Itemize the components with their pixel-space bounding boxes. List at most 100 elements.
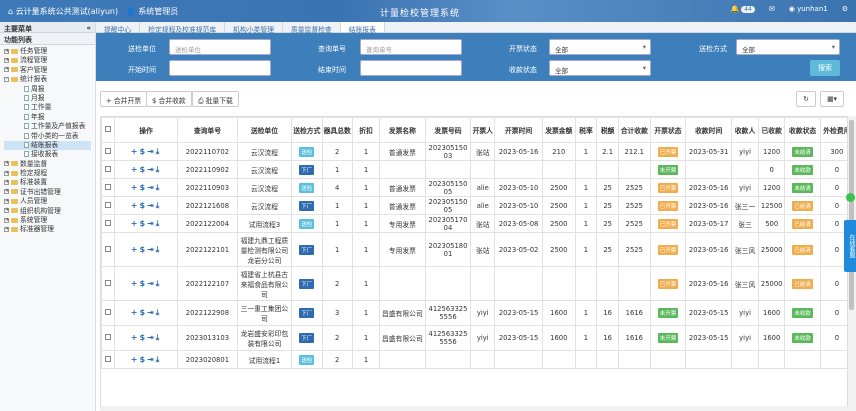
column-header[interactable]: 收款状态 <box>784 117 822 143</box>
download-icon[interactable]: ⤓ <box>156 308 162 317</box>
login-icon[interactable]: ⇥ <box>147 308 156 317</box>
login-icon[interactable]: ⇥ <box>147 201 156 210</box>
row-checkbox[interactable] <box>105 183 112 190</box>
expand-icon[interactable]: + <box>4 170 9 176</box>
download-icon[interactable]: ⤓ <box>156 355 162 364</box>
download-icon[interactable]: ⤓ <box>156 219 162 228</box>
column-header[interactable]: 税额 <box>596 117 620 143</box>
expand-icon[interactable]: + <box>4 48 9 54</box>
download-icon[interactable]: ⤓ <box>156 183 162 192</box>
sidebar-item[interactable]: + 组织机构管理 <box>4 207 91 216</box>
horizontal-scrollbar[interactable] <box>100 406 848 411</box>
table-row[interactable]: +$⇥⤓ 2022121608 云汉流程 下厂 1 1 普通发票 20230515005 ali… <box>101 196 847 215</box>
row-checkbox[interactable] <box>105 245 112 252</box>
row-checkbox[interactable] <box>105 279 112 286</box>
row-checkbox[interactable] <box>105 201 112 208</box>
user-menu[interactable]: ◉ yunhan1 <box>789 5 828 13</box>
dollar-icon[interactable]: $ <box>139 245 147 254</box>
download-icon[interactable]: ⤓ <box>156 147 162 156</box>
batch-download-button[interactable]: ⎙ 批量下载 <box>192 91 239 107</box>
tab[interactable]: 结账报表 <box>340 22 385 34</box>
table-row[interactable]: +$⇥⤓ 2023020801 试用流程1 送检 2 1 <box>101 350 847 369</box>
invoice-status-select[interactable]: 全部 <box>549 39 651 55</box>
column-header[interactable]: 发票号码 <box>424 117 472 143</box>
sidebar-item[interactable]: + 数量监督 <box>4 160 91 169</box>
column-header[interactable]: 税率 <box>574 117 598 143</box>
sidebar-item[interactable]: 周报 <box>4 85 91 94</box>
sidebar-item[interactable]: + 任务管理 <box>4 47 91 56</box>
tab[interactable]: 提醒中心 <box>96 22 141 34</box>
table-row[interactable]: +$⇥⤓ 2022122004 试用流程3 送检 1 1 专用发票 20230517004 张站… <box>101 214 847 233</box>
table-row[interactable]: +$⇥⤓ 2022122107 福建省上杭县古来福食品有限公司 下厂 2 1 已开票 2023… <box>101 266 847 301</box>
table-row[interactable]: +$⇥⤓ 2022110702 云汉流程 送检 2 1 普通发票 20230515003 张站 2… <box>101 142 847 161</box>
sidebar-item[interactable]: 工作量 <box>4 103 91 112</box>
login-icon[interactable]: ⇥ <box>147 165 156 174</box>
dollar-icon[interactable]: $ <box>139 308 147 317</box>
sidebar-item[interactable]: + 客户管理 <box>4 66 91 75</box>
row-checkbox[interactable] <box>105 355 112 362</box>
expand-icon[interactable]: + <box>4 57 9 63</box>
sidebar-item[interactable]: 月报 <box>4 94 91 103</box>
table-row[interactable]: +$⇥⤓ 2023013103 龙岩盛安彩印包装有限公司 下厂 2 1 昌盛有限公司 4125… <box>101 325 847 351</box>
start-time-input[interactable] <box>169 60 271 76</box>
sidebar-item[interactable]: 接收报表 <box>4 150 91 159</box>
row-checkbox[interactable] <box>105 147 112 154</box>
dollar-icon[interactable]: $ <box>139 355 147 364</box>
row-checkbox[interactable] <box>105 309 112 315</box>
expand-icon[interactable]: + <box>4 217 9 223</box>
dollar-icon[interactable]: $ <box>139 333 147 342</box>
login-icon[interactable]: ⇥ <box>147 333 156 342</box>
dollar-icon[interactable]: $ <box>139 219 147 228</box>
collapse-icon[interactable]: « <box>86 24 91 32</box>
column-header[interactable]: 开票时间 <box>494 117 543 143</box>
settings-icon[interactable]: ⚙ <box>842 5 848 13</box>
login-icon[interactable]: ⇥ <box>147 147 156 156</box>
notification-button[interactable]: 🔔 44 <box>731 5 755 13</box>
column-header[interactable]: 开票状态 <box>649 117 687 143</box>
send-method-select[interactable]: 全部 <box>736 39 840 55</box>
status-dot-icon[interactable] <box>846 193 855 202</box>
expand-icon[interactable]: + <box>4 198 9 204</box>
expand-icon[interactable]: + <box>4 179 9 185</box>
row-checkbox[interactable] <box>105 165 112 172</box>
column-header[interactable]: 送检单位 <box>236 117 293 143</box>
end-time-input[interactable] <box>360 60 462 76</box>
column-header[interactable]: 折扣 <box>351 117 381 143</box>
download-icon[interactable]: ⤓ <box>156 201 162 210</box>
column-header[interactable]: 发票金额 <box>542 117 576 143</box>
column-header[interactable]: 开票人 <box>470 117 496 143</box>
expand-icon[interactable]: - <box>4 76 9 82</box>
send-unit-input[interactable]: 送检单位 <box>169 39 271 55</box>
expand-icon[interactable]: + <box>4 189 9 195</box>
column-header[interactable]: 查询单号 <box>177 117 238 143</box>
download-icon[interactable]: ⤓ <box>156 165 162 174</box>
dollar-icon[interactable]: $ <box>139 201 147 210</box>
table-row[interactable]: +$⇥⤓ 2022122101 福建九鼎工程质量检测有限公司龙岩分公司 下厂 1 1 专用发… <box>101 232 847 267</box>
table-row[interactable]: +$⇥⤓ 2022122908 三一重工集团公司 下厂 3 1 昌盛有限公司 41256332… <box>101 300 847 326</box>
dollar-icon[interactable]: $ <box>139 279 147 288</box>
expand-icon[interactable]: + <box>4 161 9 167</box>
sidebar-item[interactable]: + 证书出错管理 <box>4 188 91 197</box>
tab[interactable]: 机构小类管理 <box>225 22 283 34</box>
sidebar-item[interactable]: + 标准装置 <box>4 178 91 187</box>
download-icon[interactable]: ⤓ <box>156 333 162 342</box>
merge-receive-button[interactable]: $ 合并收款 <box>146 91 192 107</box>
login-icon[interactable]: ⇥ <box>147 355 156 364</box>
column-header[interactable]: 已收款 <box>758 117 786 143</box>
dollar-icon[interactable]: $ <box>139 147 147 156</box>
search-button[interactable]: 搜索 <box>810 60 840 76</box>
mail-icon[interactable]: ✉ <box>769 5 775 13</box>
table-row[interactable]: +$⇥⤓2022110902云汉流程下厂11未开票0未收款0未交 <box>101 160 847 179</box>
select-all-checkbox[interactable] <box>105 126 112 132</box>
sidebar-item[interactable]: 结账报表 <box>4 140 91 151</box>
row-checkbox[interactable] <box>105 219 112 226</box>
sidebar-item[interactable]: + 检定规程 <box>4 169 91 178</box>
column-header[interactable]: 收款时间 <box>685 117 732 143</box>
expand-icon[interactable]: + <box>4 208 9 214</box>
column-header[interactable]: 操作 <box>114 117 179 143</box>
sidebar-item[interactable]: 工作量及产值报表 <box>4 122 91 131</box>
expand-icon[interactable]: + <box>4 226 9 232</box>
login-icon[interactable]: ⇥ <box>147 245 156 254</box>
column-header[interactable]: 发票名称 <box>379 117 426 143</box>
login-icon[interactable]: ⇥ <box>147 183 156 192</box>
